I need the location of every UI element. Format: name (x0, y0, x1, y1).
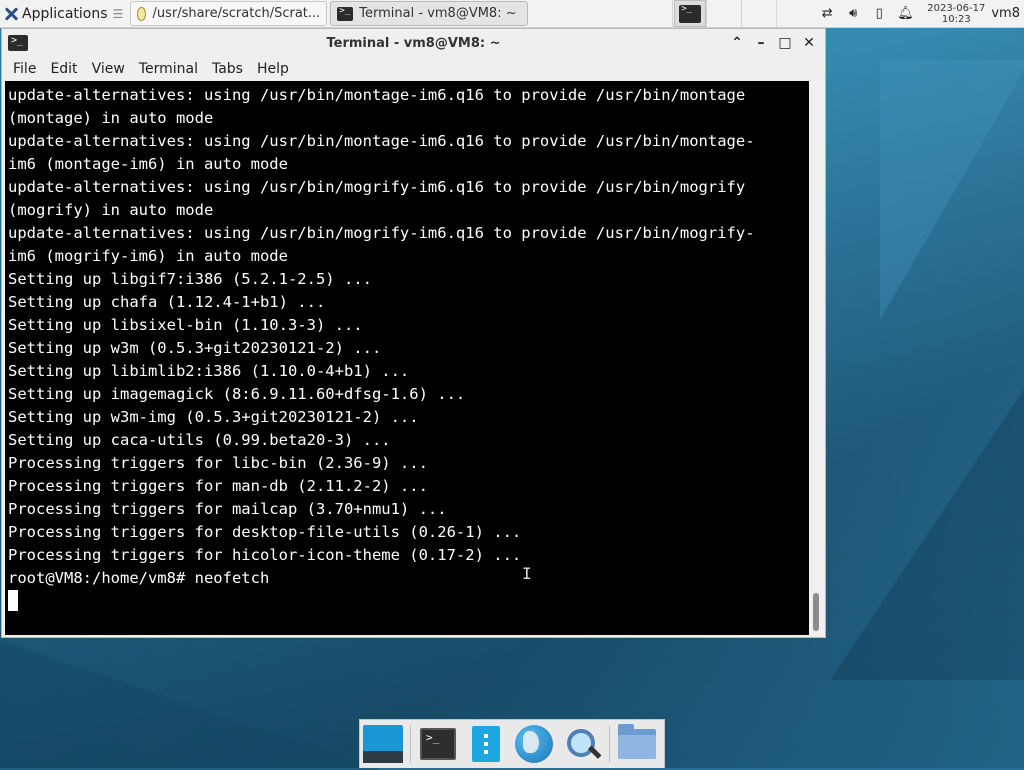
folder-icon (618, 724, 656, 759)
maximize-button[interactable]: □ (777, 35, 793, 51)
user-menu[interactable]: vm8 (991, 6, 1024, 21)
terminal-input-line[interactable] (8, 590, 809, 613)
terminal-prompt-line: root@VM8:/home/vm8# neofetch (8, 569, 270, 587)
workspace-3[interactable] (776, 0, 811, 27)
dock-show-desktop[interactable] (362, 723, 404, 765)
terminal-output[interactable]: update-alternatives: using /usr/bin/mont… (5, 81, 809, 635)
clock-date: 2023-06-17 (927, 2, 986, 14)
scrollbar-thumb[interactable] (813, 593, 819, 631)
terminal-line: (montage) in auto mode (8, 109, 214, 127)
wallpaper-shape (830, 380, 1024, 680)
terminal-line: Setting up w3m-img (0.5.3+git20230121-2)… (8, 408, 419, 426)
window-controls: ⌃ – □ ✕ (729, 35, 825, 51)
terminal-line: Setting up caca-utils (0.99.beta20-3) ..… (8, 431, 391, 449)
battery-icon[interactable]: ▯ (871, 6, 887, 22)
bottom-dock (359, 719, 665, 768)
terminal-line: im6 (montage-im6) in auto mode (8, 155, 288, 173)
dock-web-browser[interactable] (513, 723, 555, 765)
clock[interactable]: 2023-06-17 10:23 (921, 3, 991, 25)
terminal-line: update-alternatives: using /usr/bin/mogr… (8, 224, 755, 242)
applications-menu-button[interactable]: Applications ☰ (0, 0, 127, 27)
terminal-line: update-alternatives: using /usr/bin/mont… (8, 86, 746, 104)
file-manager-icon (137, 6, 147, 21)
workspace-1[interactable] (706, 0, 741, 27)
xfce-logo-icon (4, 7, 18, 21)
menu-bar: File Edit View Terminal Tabs Help (2, 57, 825, 81)
terminal-line: Setting up imagemagick (8:6.9.11.60+dfsg… (8, 385, 466, 403)
window-title: Terminal - vm8@VM8: ~ (326, 35, 501, 51)
menu-terminal[interactable]: Terminal (132, 61, 205, 77)
terminal-line: (mogrify) in auto mode (8, 201, 214, 219)
close-button[interactable]: ✕ (801, 35, 817, 51)
app-finder-icon (565, 727, 599, 761)
dock-separator (609, 725, 610, 763)
mouse-ibeam-icon: I (522, 564, 532, 583)
terminal-line: Processing triggers for desktop-file-uti… (8, 523, 522, 541)
menu-file[interactable]: File (6, 61, 43, 77)
shade-button[interactable]: ⌃ (729, 35, 745, 51)
terminal-line: Setting up w3m (0.5.3+git20230121-2) ... (8, 339, 382, 357)
terminal-icon (337, 6, 354, 21)
window-titlebar[interactable]: Terminal - vm8@VM8: ~ ⌃ – □ ✕ (2, 29, 825, 57)
terminal-scrollbar[interactable] (809, 81, 823, 635)
wallpaper-shape (880, 60, 1024, 320)
terminal-line: Processing triggers for man-db (2.11.2-2… (8, 477, 428, 495)
terminal-icon (420, 728, 456, 760)
terminal-line: Setting up chafa (1.12.4-1+b1) ... (8, 293, 326, 311)
taskbar-item-label: /usr/share/scratch/Scrat... (152, 6, 321, 21)
terminal-line: Processing triggers for libc-bin (2.36-9… (8, 454, 428, 472)
file-manager-icon (472, 726, 500, 762)
terminal-icon[interactable] (8, 35, 28, 51)
minimize-button[interactable]: – (753, 35, 769, 51)
taskbar-item-label: Terminal - vm8@VM8: ~ (359, 6, 517, 21)
top-panel: Applications ☰ /usr/share/scratch/Scrat.… (0, 0, 1024, 28)
terminal-window: Terminal - vm8@VM8: ~ ⌃ – □ ✕ File Edit … (1, 28, 826, 638)
dock-folder[interactable] (616, 723, 658, 765)
network-icon[interactable]: ⇄ (819, 6, 835, 22)
menu-separator-icon: ☰ (112, 6, 124, 21)
dock-file-manager[interactable] (465, 723, 507, 765)
panel-terminal-launcher[interactable] (674, 0, 707, 27)
terminal-line: Setting up libimlib2:i386 (1.10.0-4+b1) … (8, 362, 410, 380)
menu-view[interactable]: View (85, 61, 132, 77)
workspace-2[interactable] (741, 0, 776, 27)
menu-help[interactable]: Help (250, 61, 296, 77)
menu-edit[interactable]: Edit (43, 61, 84, 77)
dock-app-finder[interactable] (561, 723, 603, 765)
notification-bell-icon[interactable]: 🔔︎ (897, 6, 914, 22)
wallpaper-shape (0, 640, 380, 770)
terminal-line: update-alternatives: using /usr/bin/mont… (8, 132, 755, 150)
volume-icon[interactable]: 🔊︎ (845, 6, 861, 22)
terminal-icon (679, 4, 702, 23)
system-tray: ⇄ 🔊︎ ▯ 🔔︎ (811, 0, 921, 27)
terminal-line: Processing triggers for hicolor-icon-the… (8, 546, 522, 564)
terminal-line: update-alternatives: using /usr/bin/mogr… (8, 178, 746, 196)
applications-label: Applications (22, 5, 108, 22)
clock-time: 10:23 (941, 13, 971, 25)
taskbar-item-file-manager[interactable]: /usr/share/scratch/Scrat... (130, 1, 328, 26)
dock-terminal[interactable] (417, 723, 459, 765)
terminal-line: Setting up libsixel-bin (1.10.3-3) ... (8, 316, 363, 334)
text-cursor (8, 590, 18, 611)
show-desktop-icon (363, 725, 403, 763)
dock-separator (410, 725, 411, 763)
taskbar-item-terminal[interactable]: Terminal - vm8@VM8: ~ (330, 1, 529, 26)
menu-tabs[interactable]: Tabs (205, 61, 250, 77)
terminal-line: im6 (mogrify-im6) in auto mode (8, 247, 288, 265)
terminal-line: Processing triggers for mailcap (3.70+nm… (8, 500, 447, 518)
terminal-line: Setting up libgif7:i386 (5.2.1-2.5) ... (8, 270, 372, 288)
web-browser-icon (515, 725, 553, 763)
